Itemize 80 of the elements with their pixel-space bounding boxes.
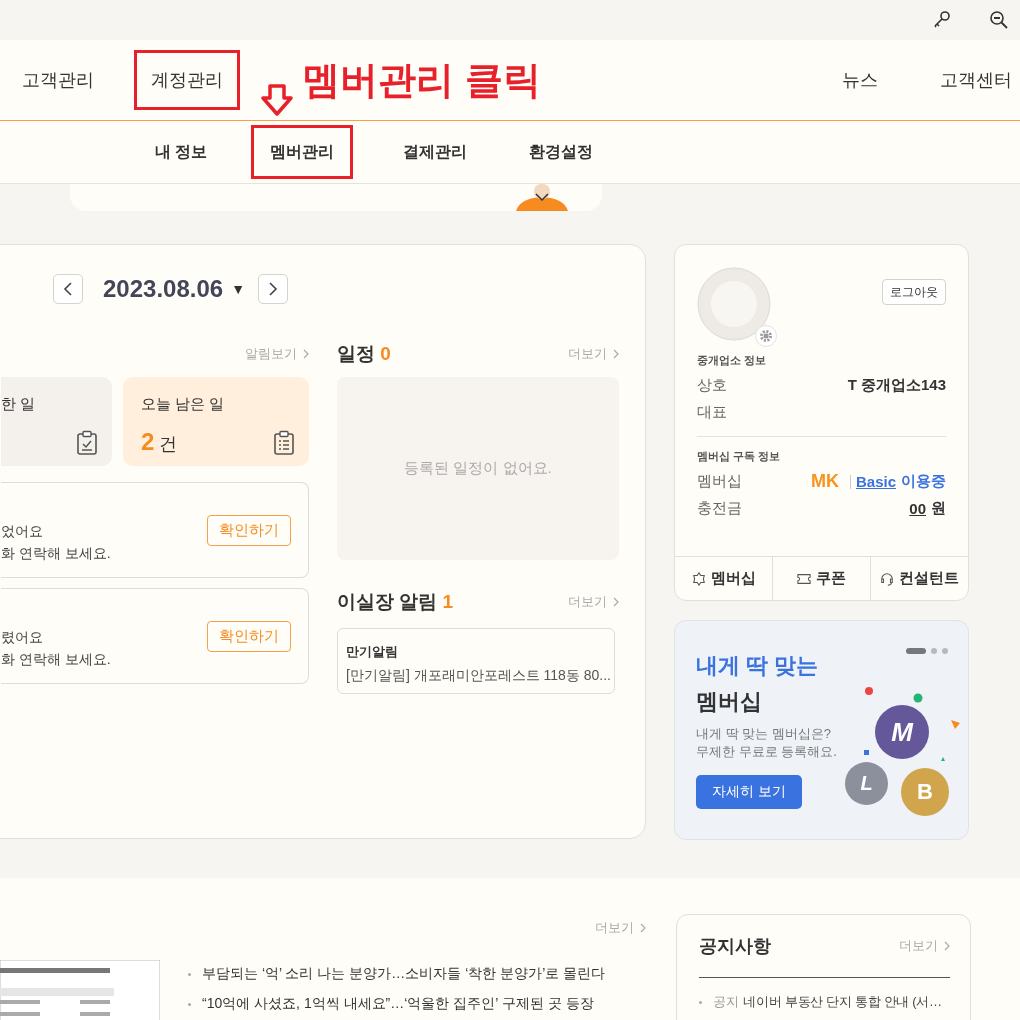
empty-message: 등록된 일정이 없어요. <box>404 459 552 478</box>
alert-text: 화 연락해 보세요. <box>1 651 111 669</box>
pager-dot[interactable] <box>931 648 937 654</box>
promo-title: 멤버십 <box>696 688 762 716</box>
zoom-out-icon[interactable] <box>989 10 1009 30</box>
balance-link[interactable]: 00 <box>909 500 926 517</box>
bullet-icon <box>699 1000 702 1004</box>
alert-text: 었어요 <box>1 523 44 541</box>
promo-title: 내게 딱 맞는 <box>696 652 819 680</box>
details-button[interactable]: 자세히 보기 <box>696 775 802 809</box>
alert-text: 화 연락해 보세요. <box>1 545 111 563</box>
stat-label: 오늘 남은 일 <box>141 395 226 414</box>
field-value: T 중개업소143 <box>847 376 946 395</box>
date-label: 2023.08.06 <box>103 275 224 303</box>
bullet-icon <box>188 1002 191 1006</box>
stat-label: 한 일 <box>1 395 37 414</box>
notification-title: 만기알림 <box>346 643 399 661</box>
section-heading: 멤버십 구독 정보 <box>697 449 782 464</box>
banner-card[interactable] <box>70 184 602 211</box>
field-label: 대표 <box>697 403 727 422</box>
bullet-icon <box>188 972 191 976</box>
profile-tab[interactable]: 쿠폰 <box>773 557 871 600</box>
nav-item[interactable]: 고객센터 <box>940 68 1012 92</box>
chevron-right-icon <box>613 349 619 359</box>
news-headline[interactable]: 부담되는 ‘억’ 소리 나는 분양가…소비자들 ‘착한 분양가’로 몰린다 <box>188 965 606 983</box>
settings-icon[interactable] <box>755 325 777 347</box>
field-label: 상호 <box>697 376 727 395</box>
nav-item[interactable]: 고객관리 <box>22 68 94 92</box>
membership-coin: L <box>845 762 888 805</box>
previous-date-button[interactable] <box>53 274 83 304</box>
profile-tab[interactable]: 멤버십 <box>675 557 773 600</box>
headset-icon <box>880 571 894 586</box>
notice-item[interactable]: 공지 네이버 부동산 단지 통합 안내 (서… <box>699 992 942 1012</box>
subnav-item[interactable]: 환경설정 <box>529 141 594 163</box>
plan-link[interactable]: Basic <box>855 473 896 490</box>
key-icon[interactable] <box>932 10 952 30</box>
chevron-right-icon <box>613 597 619 607</box>
notice-tag: 공지 <box>713 992 739 1012</box>
subnav-item[interactable]: 멤버관리 <box>251 125 354 179</box>
chevron-left-icon <box>63 281 73 297</box>
promo-description: 내게 딱 맞는 멤버십은? 무제한 무료로 등록해요. <box>696 725 837 761</box>
down-arrow-icon <box>260 84 294 116</box>
membership-logo: MK <box>810 471 839 492</box>
field-label: 충전금 <box>697 499 742 518</box>
clipboard-list-icon <box>273 430 295 456</box>
annotation-text: 멤버관리 클릭 <box>302 57 541 103</box>
field-label: 멤버십 <box>697 472 742 491</box>
badge-icon <box>691 571 706 586</box>
profile-tab[interactable]: 컨설턴트 <box>871 557 968 600</box>
chevron-right-icon <box>944 941 950 951</box>
balance-unit: 원 <box>931 499 946 518</box>
nav-item[interactable]: 뉴스 <box>842 68 878 92</box>
section-title: 이실장 알림 1 <box>337 590 454 614</box>
chevron-right-icon <box>303 349 309 359</box>
chevron-right-icon <box>268 281 278 297</box>
task-stat-card[interactable]: 오늘 남은 일 2 건 <box>123 377 309 466</box>
clipboard-check-icon <box>76 430 98 456</box>
date-dropdown-caret[interactable]: ▼ <box>231 281 245 297</box>
section-heading: 중개업소 정보 <box>697 353 768 368</box>
task-stat-card[interactable]: 한 일 <box>1 377 112 466</box>
promo-banner[interactable]: 내게 딱 맞는 멤버십 내게 딱 맞는 멤버십은? 무제한 무료로 등록해요. 자세히 보기 M L B <box>674 620 969 840</box>
pager-dot[interactable] <box>942 648 948 654</box>
membership-coin: M <box>875 705 929 759</box>
nav-item[interactable]: 계정관리 <box>134 50 240 110</box>
logout-button[interactable]: 로그아웃 <box>882 279 946 305</box>
alert-text: 렸어요 <box>1 629 44 647</box>
notice-title: 공지사항 <box>699 935 771 958</box>
plan-status: 이용중 <box>901 472 946 491</box>
subnav-item[interactable]: 내 정보 <box>155 141 208 163</box>
news-headline[interactable]: “10억에 사셨죠, 1억씩 내세요”…‘억울한 집주인’ 구제된 곳 등장 <box>188 995 606 1013</box>
avatar-icon <box>697 267 771 341</box>
next-date-button[interactable] <box>258 274 288 304</box>
ticket-icon <box>797 571 811 586</box>
notice-text: 네이버 부동산 단지 통합 안내 (서… <box>743 993 942 1011</box>
stat-count: 2 건 <box>141 428 178 456</box>
membership-coin: B <box>901 768 949 816</box>
chevron-right-icon <box>640 923 646 933</box>
notification-card[interactable]: 만기알림 [만기알림] 개포래미안포레스트 118동 80... <box>337 628 615 694</box>
section-title: 일정 0 <box>337 342 391 366</box>
subnav-item[interactable]: 결제관리 <box>403 141 468 163</box>
